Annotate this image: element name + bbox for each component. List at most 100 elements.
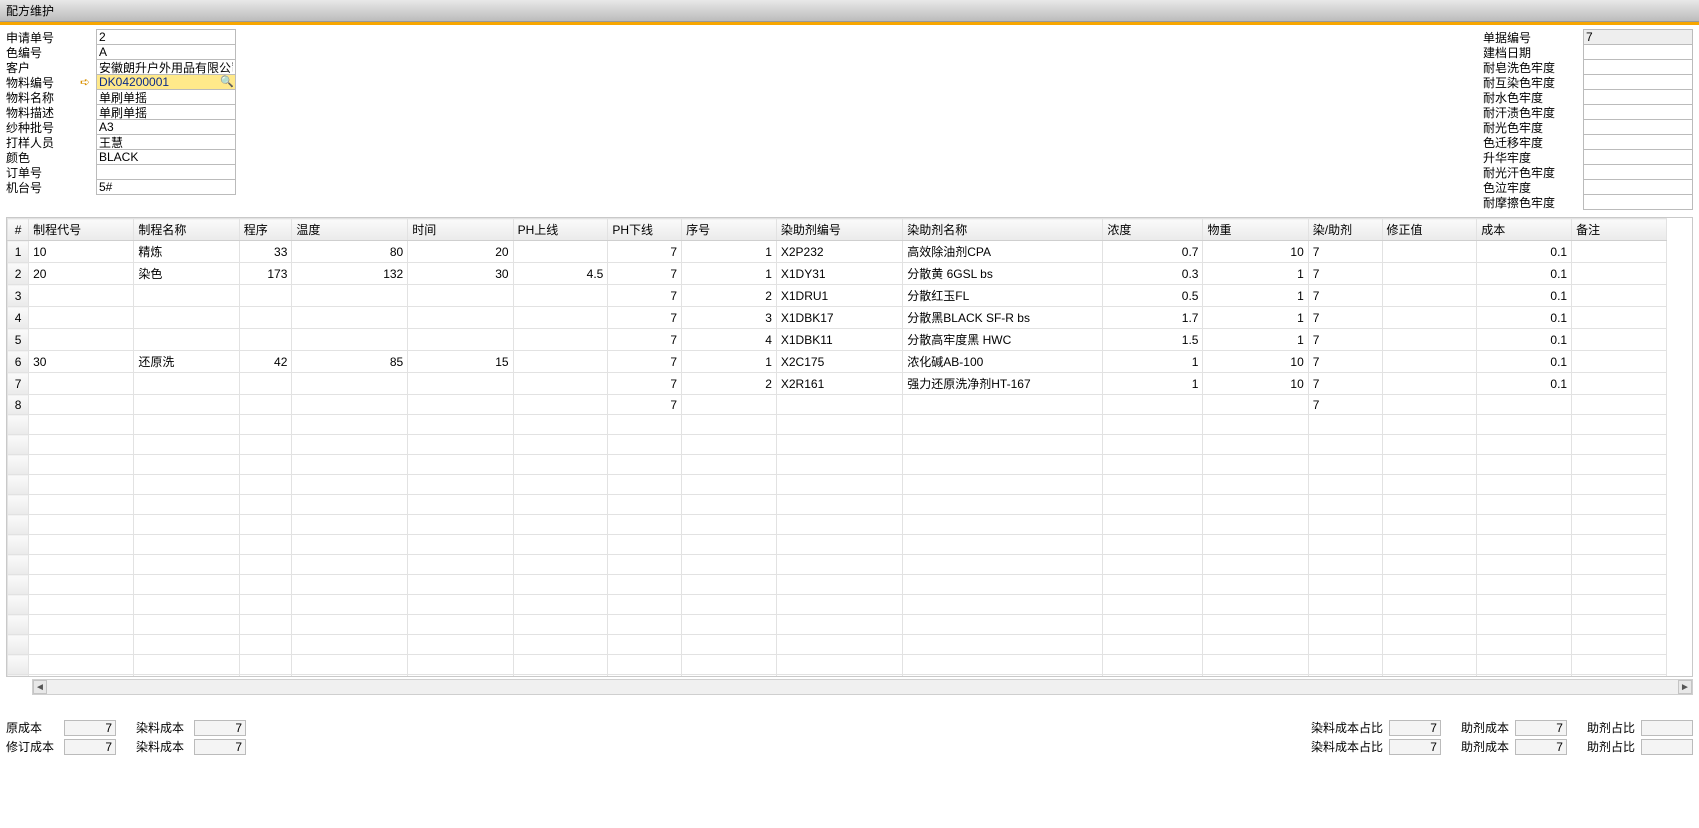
cell-dyeaux[interactable] — [1308, 555, 1382, 575]
cell-hash[interactable]: 3 — [8, 285, 29, 307]
cell-conc[interactable]: 0.5 — [1103, 285, 1203, 307]
cell-dyeaux[interactable]: 7 — [1308, 351, 1382, 373]
cell-phup[interactable] — [513, 285, 608, 307]
cell-agentname[interactable] — [903, 615, 1103, 635]
cell-time[interactable] — [408, 675, 513, 678]
cell-hash[interactable] — [8, 555, 29, 575]
table-row[interactable] — [8, 475, 1667, 495]
cell-temp[interactable] — [292, 475, 408, 495]
cell-procname[interactable] — [134, 475, 239, 495]
cell-agentcode[interactable]: X2R161 — [776, 373, 902, 395]
cell-procname[interactable] — [134, 435, 239, 455]
cell-cost[interactable] — [1477, 435, 1572, 455]
cell-phup[interactable]: 4.5 — [513, 263, 608, 285]
cell-cost[interactable] — [1477, 635, 1572, 655]
cell-time[interactable] — [408, 307, 513, 329]
table-row[interactable] — [8, 435, 1667, 455]
cell-idx[interactable] — [682, 575, 777, 595]
cell-weight[interactable] — [1203, 415, 1308, 435]
cell-hash[interactable] — [8, 595, 29, 615]
cell-idx[interactable] — [682, 555, 777, 575]
cell-seq[interactable] — [239, 615, 292, 635]
cell-conc[interactable]: 1.7 — [1103, 307, 1203, 329]
cell-dyeaux[interactable] — [1308, 535, 1382, 555]
cell-agentcode[interactable]: X1DBK11 — [776, 329, 902, 351]
cell-corr[interactable] — [1382, 373, 1477, 395]
cell-conc[interactable]: 0.3 — [1103, 263, 1203, 285]
cell-phdn[interactable] — [608, 555, 682, 575]
cell-idx[interactable] — [682, 495, 777, 515]
cell-corr[interactable] — [1382, 241, 1477, 263]
col-procname[interactable]: 制程名称 — [134, 219, 239, 241]
input-matno[interactable] — [96, 74, 236, 90]
cell-conc[interactable] — [1103, 435, 1203, 455]
cell-weight[interactable] — [1203, 435, 1308, 455]
cell-corr[interactable] — [1382, 655, 1477, 675]
cell-agentname[interactable]: 分散黑BLACK SF-R bs — [903, 307, 1103, 329]
input-matname[interactable] — [96, 89, 236, 105]
cell-proccode[interactable] — [29, 635, 134, 655]
cell-remark[interactable] — [1572, 307, 1667, 329]
col-cost[interactable]: 成本 — [1477, 219, 1572, 241]
input-r4[interactable] — [1583, 104, 1693, 120]
cell-temp[interactable] — [292, 395, 408, 415]
cell-idx[interactable] — [682, 395, 777, 415]
cell-conc[interactable] — [1103, 455, 1203, 475]
cell-dyeaux[interactable]: 7 — [1308, 307, 1382, 329]
cell-corr[interactable] — [1382, 415, 1477, 435]
cell-weight[interactable] — [1203, 555, 1308, 575]
cell-temp[interactable]: 80 — [292, 241, 408, 263]
cell-dyeaux[interactable] — [1308, 495, 1382, 515]
cell-remark[interactable] — [1572, 635, 1667, 655]
cell-seq[interactable] — [239, 675, 292, 678]
cell-agentcode[interactable] — [776, 495, 902, 515]
cell-procname[interactable] — [134, 395, 239, 415]
cell-corr[interactable] — [1382, 575, 1477, 595]
cell-corr[interactable] — [1382, 455, 1477, 475]
cell-temp[interactable]: 132 — [292, 263, 408, 285]
cell-proccode[interactable] — [29, 285, 134, 307]
col-hash[interactable]: # — [8, 219, 29, 241]
cell-hash[interactable] — [8, 475, 29, 495]
cell-remark[interactable] — [1572, 435, 1667, 455]
scroll-thumb[interactable] — [48, 681, 1677, 693]
cell-dyeaux[interactable] — [1308, 415, 1382, 435]
cell-weight[interactable] — [1203, 675, 1308, 678]
cell-weight[interactable]: 10 — [1203, 373, 1308, 395]
cell-temp[interactable] — [292, 285, 408, 307]
cell-seq[interactable] — [239, 595, 292, 615]
cell-agentname[interactable] — [903, 675, 1103, 678]
cell-conc[interactable]: 0.7 — [1103, 241, 1203, 263]
input-r8[interactable] — [1583, 164, 1693, 180]
cell-proccode[interactable]: 10 — [29, 241, 134, 263]
input-r10[interactable] — [1583, 194, 1693, 210]
cell-remark[interactable] — [1572, 655, 1667, 675]
table-row[interactable] — [8, 675, 1667, 678]
input-yarn[interactable] — [96, 119, 236, 135]
cell-agentname[interactable] — [903, 475, 1103, 495]
col-agentcode[interactable]: 染助剂编号 — [776, 219, 902, 241]
cell-corr[interactable] — [1382, 555, 1477, 575]
cell-corr[interactable] — [1382, 329, 1477, 351]
cell-cost[interactable] — [1477, 535, 1572, 555]
cell-proccode[interactable] — [29, 373, 134, 395]
cell-temp[interactable] — [292, 655, 408, 675]
cell-time[interactable] — [408, 635, 513, 655]
cell-phdn[interactable]: 7 — [608, 241, 682, 263]
cell-proccode[interactable] — [29, 307, 134, 329]
cell-remark[interactable] — [1572, 495, 1667, 515]
cell-agentname[interactable]: 浓化碱AB-100 — [903, 351, 1103, 373]
input-r6[interactable] — [1583, 134, 1693, 150]
cell-proccode[interactable] — [29, 675, 134, 678]
cell-remark[interactable] — [1572, 373, 1667, 395]
cell-remark[interactable] — [1572, 515, 1667, 535]
cell-hash[interactable] — [8, 415, 29, 435]
scroll-right-icon[interactable]: ► — [1678, 680, 1692, 694]
cell-procname[interactable] — [134, 515, 239, 535]
cell-idx[interactable] — [682, 655, 777, 675]
cell-proccode[interactable] — [29, 535, 134, 555]
cell-idx[interactable] — [682, 675, 777, 678]
col-time[interactable]: 时间 — [408, 219, 513, 241]
cell-temp[interactable] — [292, 435, 408, 455]
cell-agentcode[interactable] — [776, 455, 902, 475]
